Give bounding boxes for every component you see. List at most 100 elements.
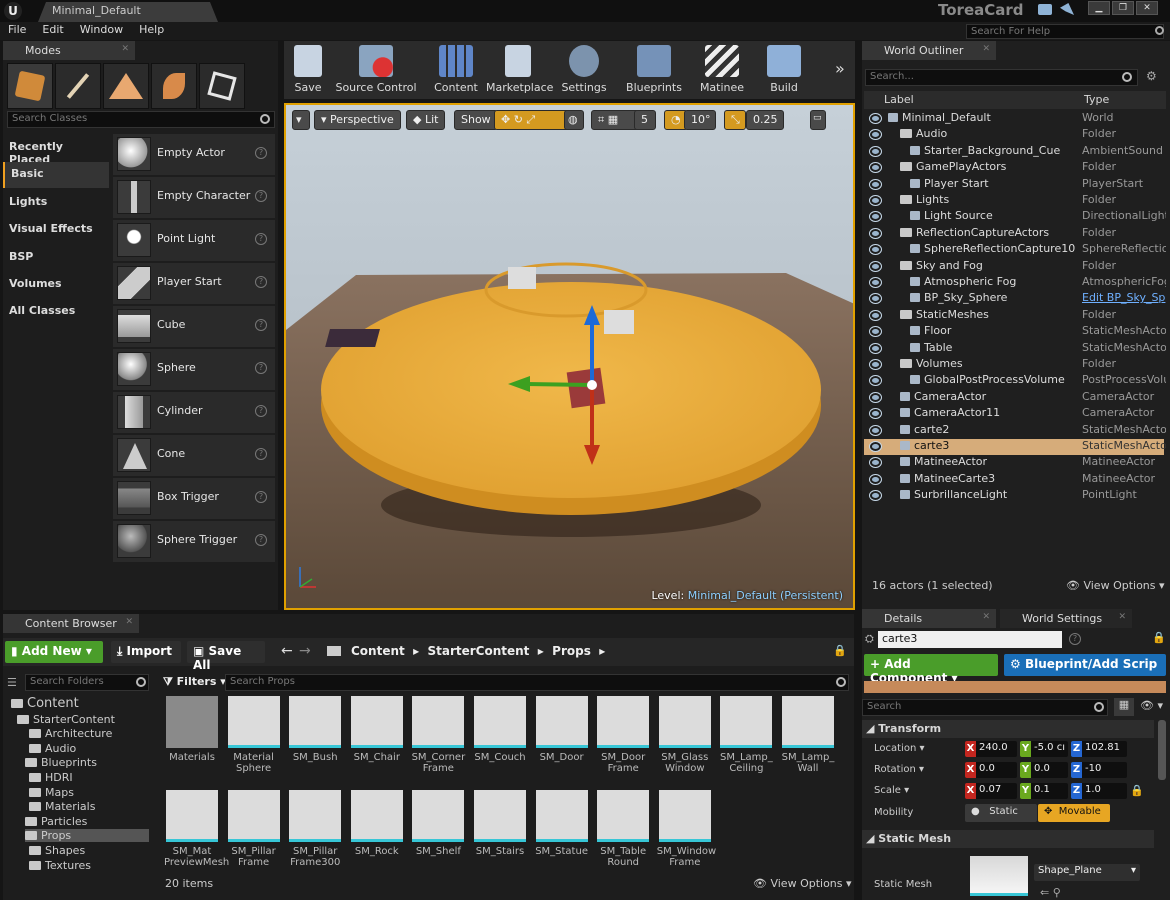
outliner-row[interactable]: Lights Folder (864, 193, 1164, 209)
visibility-eye-icon[interactable] (870, 491, 881, 501)
content-button[interactable]: Content (434, 43, 478, 97)
blueprints-button[interactable]: Blueprints (624, 43, 684, 97)
static-mesh-dropdown[interactable]: Shape_Plane ▾ (1034, 864, 1140, 881)
search-props-input[interactable]: Search Props (225, 674, 849, 691)
close-icon[interactable]: ✕ (982, 612, 990, 622)
search-classes-input[interactable]: Search Classes (7, 111, 275, 128)
category-basic[interactable]: Basic (3, 162, 109, 188)
visibility-eye-icon[interactable] (870, 360, 881, 369)
outliner-row[interactable]: carte2 StaticMeshActor (864, 423, 1166, 439)
static-mesh-thumbnail[interactable] (970, 856, 1028, 896)
outliner-row[interactable]: SphereReflectionCapture10 SphereReflectio… (864, 242, 1166, 258)
asset-tile[interactable]: SM_Window Frame (657, 790, 716, 868)
visibility-eye-icon[interactable] (870, 179, 881, 189)
tab-world-outliner[interactable]: World Outliner ✕ (862, 41, 996, 60)
outliner-row[interactable]: Sky and Fog Folder (864, 259, 1164, 275)
view-mode-lit-button[interactable]: ◆ Lit (406, 110, 446, 130)
folder-tree-item[interactable]: Maps (29, 786, 74, 799)
tab-details[interactable]: Details ✕ (862, 609, 996, 628)
folder-tree-item[interactable]: Audio (29, 742, 76, 755)
outliner-row[interactable]: carte3 StaticMeshActor (864, 439, 1166, 456)
close-icon[interactable]: ✕ (121, 44, 129, 54)
visibility-eye-icon[interactable] (870, 212, 881, 222)
place-item-box-trigger[interactable]: Box Trigger? (113, 478, 275, 519)
category-bsp[interactable]: BSP (3, 245, 109, 271)
place-item-cone[interactable]: Cone? (113, 435, 275, 476)
outliner-row[interactable]: CameraActor CameraActor (864, 390, 1164, 406)
outliner-row[interactable]: Atmospheric Fog AtmosphericFog (864, 275, 1166, 291)
asset-tile[interactable]: SM_Bush (287, 696, 343, 763)
source-control-button[interactable]: Source Control (334, 43, 418, 97)
help-icon[interactable]: ? (1069, 633, 1081, 645)
visibility-eye-icon[interactable] (870, 114, 881, 123)
outliner-row[interactable]: GamePlayActors Folder (864, 160, 1164, 176)
place-item-cube[interactable]: Cube? (113, 306, 275, 347)
folder-tree-item[interactable]: HDRI (29, 771, 73, 784)
back-icon[interactable]: ← (281, 643, 293, 659)
asset-tile[interactable]: SM_Lamp_ Wall (780, 696, 836, 774)
breadcrumb-startercontent[interactable]: StarterContent (427, 644, 529, 658)
outliner-row[interactable]: Starter_Background_Cue AmbientSound (864, 144, 1164, 160)
outliner-row[interactable]: Floor StaticMeshActor (864, 324, 1166, 340)
show-button[interactable]: Show (454, 110, 498, 130)
tab-modes[interactable]: Modes ✕ (3, 41, 135, 60)
breadcrumb-content[interactable]: Content (351, 644, 405, 658)
details-search-input[interactable]: Search (862, 699, 1108, 716)
chat-icon[interactable] (1038, 4, 1052, 15)
rotation-dropdown[interactable]: Rotation ▾ (874, 764, 924, 775)
help-icon[interactable]: ? (255, 147, 267, 159)
outliner-row[interactable]: ReflectionCaptureActors Folder (864, 226, 1164, 242)
outliner-row[interactable]: Audio Folder (864, 127, 1164, 143)
place-item-sphere-trigger[interactable]: Sphere Trigger? (113, 521, 275, 562)
outliner-settings-icon[interactable]: ⚙ (1146, 69, 1162, 85)
transform-tools[interactable]: ✥ ↻ ⤢ (494, 110, 570, 130)
visibility-eye-icon[interactable] (870, 294, 881, 304)
scale-dropdown[interactable]: Scale ▾ (874, 785, 909, 796)
settings-button[interactable]: Settings (560, 43, 608, 97)
geometry-mode-icon[interactable] (199, 63, 245, 109)
visibility-eye-icon[interactable] (870, 146, 881, 156)
grid-snap-value[interactable]: 5 (634, 110, 656, 130)
menu-window[interactable]: Window (72, 22, 131, 37)
level-tab[interactable]: Minimal_Default (38, 2, 218, 22)
details-scrollbar[interactable] (1158, 720, 1166, 780)
place-item-player-start[interactable]: Player Start? (113, 263, 275, 304)
sources-toggle-icon[interactable]: ☰ (7, 676, 17, 689)
paint-mode-icon[interactable] (55, 63, 101, 109)
asset-tile[interactable]: SM_Pillar Frame (226, 790, 282, 868)
asset-tile[interactable]: SM_Mat PreviewMesh (164, 790, 229, 868)
place-item-cylinder[interactable]: Cylinder? (113, 392, 275, 433)
asset-tile[interactable]: SM_Shelf (410, 790, 466, 857)
view-options-button[interactable]: 👁 View Options ▾ (1066, 579, 1165, 592)
folder-tree-item[interactable]: Props (25, 829, 149, 843)
viewport-options-button[interactable]: ▾ (292, 110, 310, 130)
asset-tile[interactable]: SM_Couch (472, 696, 528, 763)
rotation-y-field[interactable]: Y 0.0 (1020, 762, 1068, 778)
outliner-row[interactable]: Table StaticMeshActor (864, 341, 1166, 357)
visibility-eye-icon[interactable] (870, 228, 881, 238)
tab-world-settings[interactable]: World Settings ✕ (1000, 609, 1132, 628)
visibility-eye-icon[interactable] (870, 425, 881, 435)
outliner-search-input[interactable]: Search... (865, 69, 1138, 86)
asset-tile[interactable]: SM_Glass Window (657, 696, 713, 774)
category-volumes[interactable]: Volumes (3, 272, 109, 298)
save-all-button[interactable]: ▣ Save All (187, 641, 265, 672)
asset-tile[interactable]: SM_Pillar Frame300 (287, 790, 343, 868)
close-icon[interactable]: ✕ (125, 617, 133, 627)
notification-icon[interactable] (1060, 3, 1074, 15)
location-dropdown[interactable]: Location ▾ (874, 743, 925, 754)
outliner-row[interactable]: MatineeCarte3 MatineeActor (864, 472, 1164, 488)
visibility-icon[interactable]: 👁 ▾ (1140, 699, 1163, 712)
perspective-button[interactable]: ▾ Perspective (314, 110, 401, 130)
tab-content-browser[interactable]: Content Browser ✕ (3, 614, 139, 633)
folder-tree-item[interactable]: Content (11, 696, 79, 711)
import-button[interactable]: ⤓ Import (111, 641, 181, 663)
folder-tree-item[interactable]: Particles (25, 815, 87, 828)
visibility-eye-icon[interactable] (870, 458, 881, 468)
folder-tree-item[interactable]: Blueprints (25, 756, 97, 769)
close-window-button[interactable]: ✕ (1136, 1, 1158, 15)
help-icon[interactable]: ? (255, 448, 267, 460)
search-folders-input[interactable]: Search Folders (25, 674, 149, 691)
outliner-row[interactable]: GlobalPostProcessVolume PostProcessVolu (864, 373, 1166, 389)
blueprint-add-script-button[interactable]: ⚙ Blueprint/Add Scrip (1004, 654, 1166, 676)
